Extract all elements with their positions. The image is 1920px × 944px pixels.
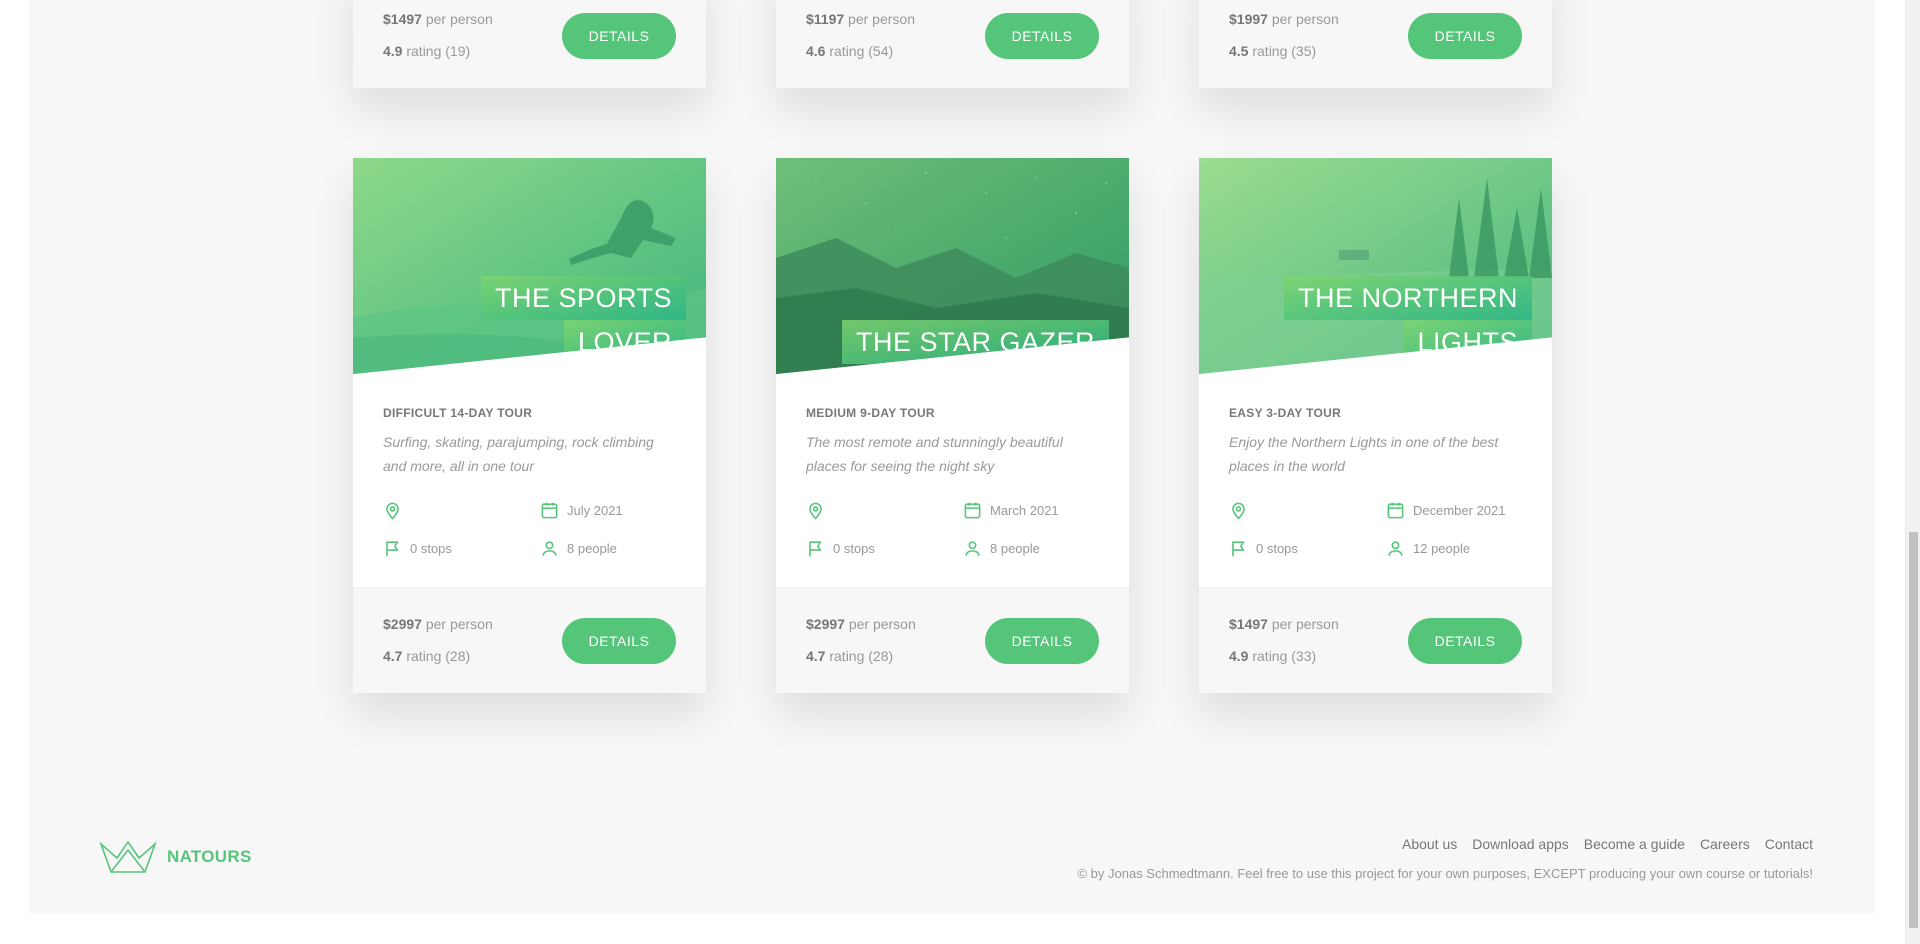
footer-link-download[interactable]: Download apps [1472,836,1569,852]
people-detail: 12 people [1386,539,1470,558]
card-header: THE STAR GAZER [776,158,1129,374]
flag-icon [809,541,822,557]
card-footer: $1497 per person 4.9 rating (33) DETAILS [1199,587,1552,693]
tour-card: THE SPORTS LOVER DIFFICULT 14-DAY TOUR Su… [353,158,706,693]
map-pin-icon [386,502,399,520]
location-detail [806,501,833,520]
page: $1497 per person 4.9 rating (19) DETAILS… [29,0,1875,914]
card-footer: $1997 per person 4.5 rating (35) DETAILS [1199,0,1552,88]
rating: 4.9 rating (33) [1229,648,1317,664]
date-detail: March 2021 [963,501,1059,520]
people-detail: 8 people [963,539,1040,558]
details-button[interactable]: DETAILS [1408,13,1522,59]
tour-subheading: DIFFICULT 14-DAY TOUR [383,406,533,420]
card-footer: $1197 per person 4.6 rating (54) DETAILS [776,0,1129,88]
footer-link-guide[interactable]: Become a guide [1584,836,1685,852]
user-icon [542,541,557,556]
tour-subheading: EASY 3-DAY TOUR [1229,406,1342,420]
flag-icon [1232,541,1245,557]
rating: 4.6 rating (54) [806,43,894,59]
price: $1497 per person [383,11,493,27]
price: $2997 per person [383,616,493,632]
details-button[interactable]: DETAILS [562,618,676,664]
details-button[interactable]: DETAILS [1408,618,1522,664]
user-icon [965,541,980,556]
map-pin-icon [1232,502,1245,520]
calendar-icon [541,502,558,519]
footer-logo[interactable]: NATOURS [99,840,252,874]
footer-link-about[interactable]: About us [1402,836,1457,852]
card-footer: $2997 per person 4.7 rating (28) DETAILS [353,587,706,693]
stops-detail: 0 stops [806,539,875,558]
people-detail: 8 people [540,539,617,558]
price: $2997 per person [806,616,916,632]
tour-description: Surfing, skating, parajumping, rock clim… [383,434,654,474]
stops-detail: 0 stops [1229,539,1298,558]
rating: 4.7 rating (28) [383,648,471,664]
details-button[interactable]: DETAILS [985,13,1099,59]
flag-icon [386,541,399,557]
logo-text: NATOURS [167,847,252,866]
tour-description: The most remote and stunningly beautiful… [806,434,1063,474]
card-title: THE NORTHERN LIGHTS [1283,276,1532,364]
stops-detail: 0 stops [383,539,452,558]
tour-subheading: MEDIUM 9-DAY TOUR [806,406,935,420]
tour-card: $1997 per person 4.5 rating (35) DETAILS [1199,0,1552,88]
footer-link-careers[interactable]: Careers [1700,836,1750,852]
rating: 4.7 rating (28) [806,648,894,664]
date-detail: December 2021 [1386,501,1506,520]
rating: 4.9 rating (19) [383,43,471,59]
scrollbar[interactable] [1905,0,1920,944]
card-title: THE SPORTS LOVER [480,276,686,364]
price: $1997 per person [1229,11,1339,27]
details-button[interactable]: DETAILS [562,13,676,59]
tour-card: THE NORTHERN LIGHTS EASY 3-DAY TOUR Enjoy… [1199,158,1552,693]
crown-logo-icon [99,840,157,873]
details-button[interactable]: DETAILS [985,618,1099,664]
user-icon [1388,541,1403,556]
footer-link-contact[interactable]: Contact [1765,836,1813,852]
card-footer: $2997 per person 4.7 rating (28) DETAILS [776,587,1129,693]
location-detail [383,501,410,520]
price: $1197 per person [806,11,915,27]
rating: 4.5 rating (35) [1229,43,1317,59]
tour-card: THE STAR GAZER MEDIUM 9-DAY TOUR The mos… [776,158,1129,693]
map-pin-icon [809,502,822,520]
price: $1497 per person [1229,616,1339,632]
tour-card: $1197 per person 4.6 rating (54) DETAILS [776,0,1129,88]
calendar-icon [964,502,981,519]
scrollbar-thumb[interactable] [1909,532,1918,928]
copyright-text: © by Jonas Schmedtmann. Feel free to use… [1077,866,1813,881]
tour-card: $1497 per person 4.9 rating (19) DETAILS [353,0,706,88]
card-footer: $1497 per person 4.9 rating (19) DETAILS [353,0,706,88]
card-title: THE STAR GAZER [841,320,1109,364]
location-detail [1229,501,1256,520]
card-header: THE SPORTS LOVER [353,158,706,374]
tour-description: Enjoy the Northern Lights in one of the … [1229,434,1499,474]
date-detail: July 2021 [540,501,623,520]
calendar-icon [1387,502,1404,519]
footer-nav: About us Download apps Become a guide Ca… [1402,836,1813,852]
card-header: THE NORTHERN LIGHTS [1199,158,1552,374]
